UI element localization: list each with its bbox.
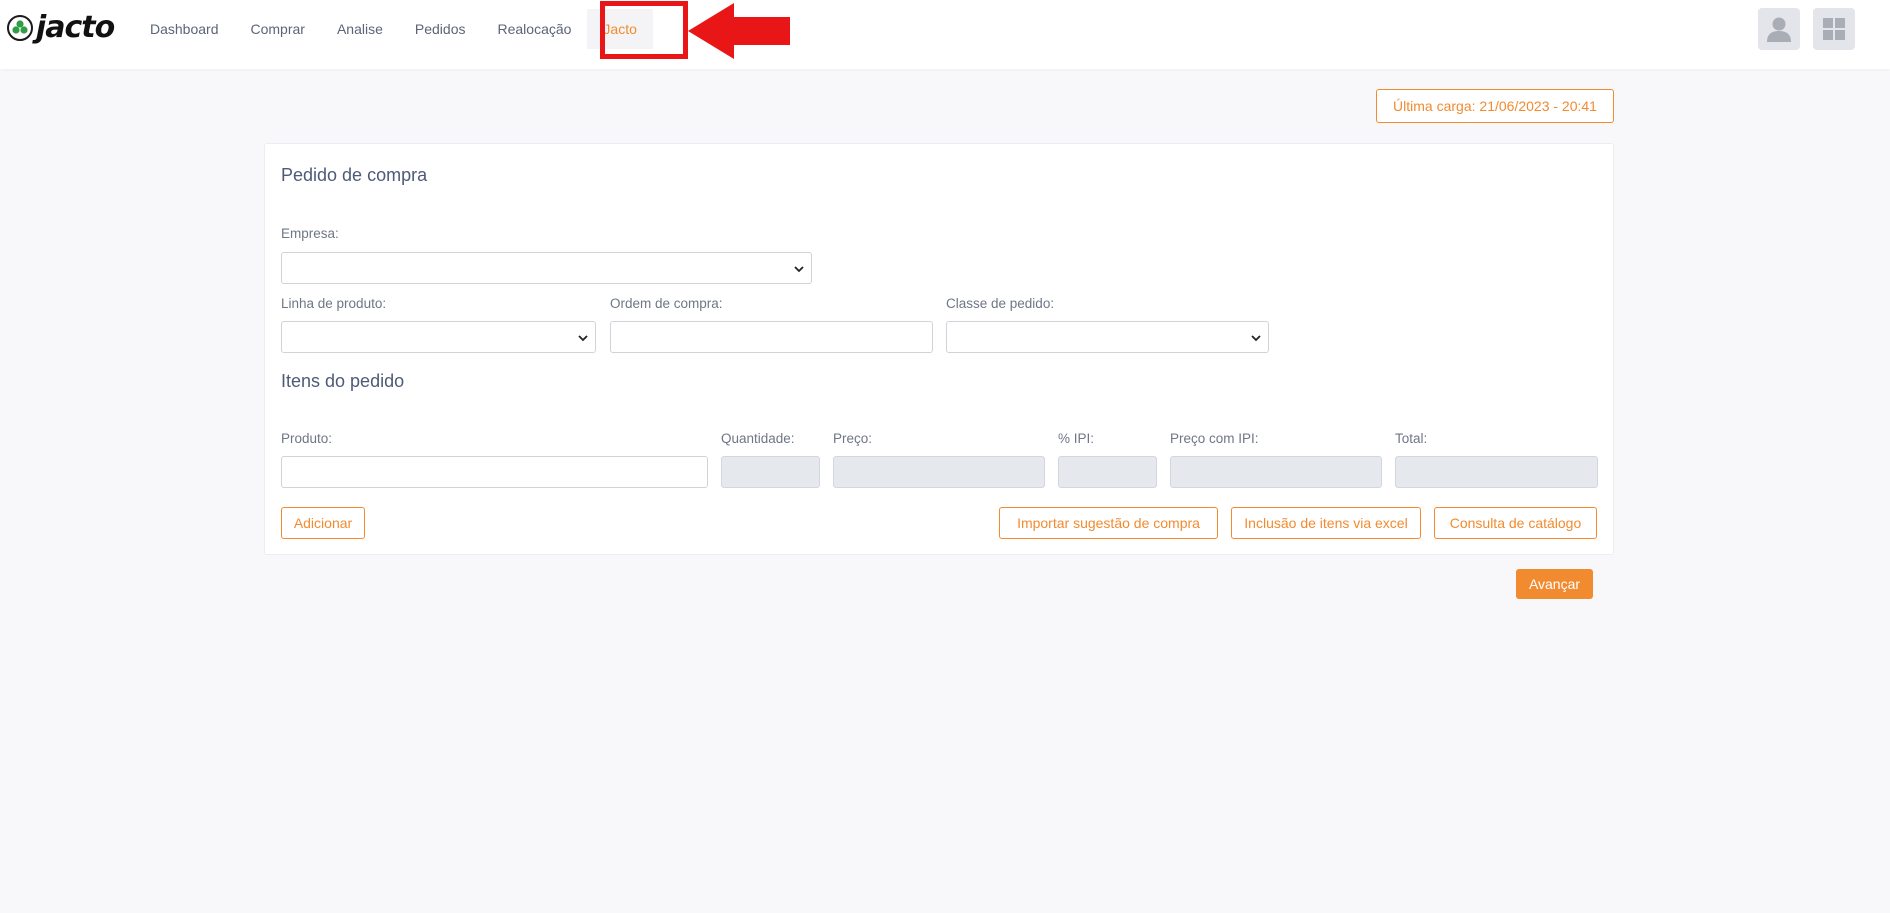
user-avatar-button[interactable] — [1758, 8, 1800, 50]
nav-item-pedidos[interactable]: Pedidos — [399, 9, 482, 49]
nav-item-realocacao[interactable]: Realocação — [481, 9, 587, 49]
items-section-title: Itens do pedido — [281, 371, 405, 391]
chevron-down-icon — [794, 266, 804, 273]
linha-produto-select[interactable] — [281, 321, 596, 353]
annotation-highlight-box — [600, 1, 688, 59]
ordem-compra-label: Ordem de compra: — [610, 296, 723, 311]
preco-label: Preço: — [833, 431, 873, 446]
annotation-arrow-icon — [688, 3, 790, 59]
page-title: Pedido de compra — [281, 165, 428, 185]
classe-pedido-label: Classe de pedido: — [946, 296, 1055, 311]
last-load-badge[interactable]: Última carga: 21/06/2023 - 20:41 — [1376, 89, 1614, 123]
brand-logo-mark-icon — [7, 15, 33, 41]
nav-item-comprar[interactable]: Comprar — [235, 9, 321, 49]
ipi-label: % IPI: — [1058, 431, 1095, 446]
preco-input — [833, 456, 1045, 488]
import-suggestion-button[interactable]: Importar sugestão de compra — [999, 507, 1218, 539]
apps-menu-button[interactable] — [1813, 8, 1855, 50]
linha-produto-label: Linha de produto: — [281, 296, 387, 311]
purchase-order-card: Pedido de compra Empresa: Linha de produ… — [264, 143, 1614, 555]
ordem-compra-input[interactable] — [610, 321, 933, 353]
grid-icon — [1823, 18, 1845, 40]
add-item-button[interactable]: Adicionar — [281, 507, 365, 539]
quantidade-input — [721, 456, 820, 488]
user-icon — [1767, 17, 1791, 42]
ipi-input — [1058, 456, 1157, 488]
empresa-label: Empresa: — [281, 226, 339, 241]
total-input — [1395, 456, 1598, 488]
catalog-lookup-button[interactable]: Consulta de catálogo — [1434, 507, 1597, 539]
quantidade-label: Quantidade: — [721, 431, 795, 446]
nav-item-analise[interactable]: Analise — [321, 9, 399, 49]
produto-input[interactable] — [281, 456, 708, 488]
main-nav: Dashboard Comprar Analise Pedidos Realoc… — [134, 0, 653, 57]
produto-label: Produto: — [281, 431, 333, 446]
chevron-down-icon — [578, 335, 588, 342]
total-label: Total: — [1395, 431, 1428, 446]
preco-ipi-label: Preço com IPI: — [1170, 431, 1259, 446]
brand-logo[interactable]: jacto — [7, 10, 115, 45]
chevron-down-icon — [1251, 335, 1261, 342]
empresa-select[interactable] — [281, 252, 812, 284]
preco-ipi-input — [1170, 456, 1382, 488]
top-navbar: jacto Dashboard Comprar Analise Pedidos … — [0, 0, 1890, 69]
nav-item-dashboard[interactable]: Dashboard — [134, 9, 235, 49]
classe-pedido-select[interactable] — [946, 321, 1269, 353]
advance-button[interactable]: Avançar — [1516, 569, 1593, 599]
excel-import-button[interactable]: Inclusão de itens via excel — [1231, 507, 1421, 539]
brand-wordmark: jacto — [36, 10, 115, 45]
